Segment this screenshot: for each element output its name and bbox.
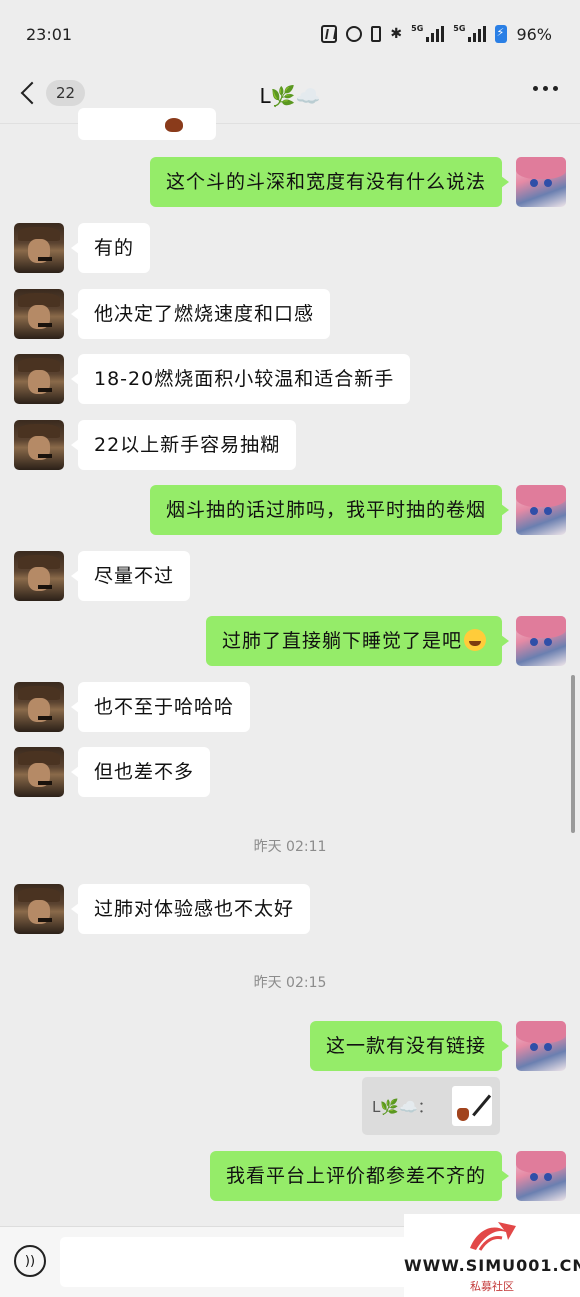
message-row: 有的 [14,223,151,273]
laughing-emoji-icon [464,629,486,651]
message-bubble[interactable]: 这一款有没有链接 [309,1021,510,1071]
scrollbar[interactable] [571,675,575,833]
message-row: 这一款有没有链接 [309,1021,566,1071]
pipe-image-thumbnail[interactable] [452,1086,492,1126]
network-type-label: 5G [411,23,424,33]
message-row: 尽量不过 [14,551,191,601]
self-avatar[interactable] [516,1021,566,1071]
contact-avatar[interactable] [14,223,64,273]
message-bubble[interactable]: 22以上新手容易抽糊 [70,420,297,470]
partial-message-bubble[interactable] [78,108,216,140]
message-row: 过肺了直接躺下睡觉了是吧 [205,616,566,666]
bluetooth-icon: ✱ [390,26,403,42]
message-text: 过肺了直接躺下睡觉了是吧 [221,630,462,652]
quoted-sender: L🌿☁️： [372,1097,433,1116]
self-avatar[interactable] [516,616,566,666]
chevron-left-icon [20,81,44,105]
unread-count-badge: 22 [46,80,86,106]
watermark: WWW.SIMU001.CN 私募社区 [404,1214,580,1297]
message-bubble[interactable]: 也不至于哈哈哈 [70,682,251,732]
status-icons: ✱ 5G 5G 96% [321,23,552,44]
message-row: 这个斗的斗深和宽度有没有什么说法 [149,157,566,207]
status-bar: 23:01 ✱ 5G 5G 96% [0,0,580,68]
message-bubble[interactable]: 我看平台上评价都参差不齐的 [209,1151,510,1201]
message-bubble[interactable]: 他决定了燃烧速度和口感 [70,289,331,339]
message-row: 但也差不多 [14,747,211,797]
watermark-url: WWW.SIMU001.CN [404,1256,580,1275]
message-bubble[interactable]: 18-20燃烧面积小较温和适合新手 [70,354,411,404]
more-dot-icon [553,86,558,91]
message-row: 烟斗抽的话过肺吗，我平时抽的卷烟 [149,485,566,535]
message-bubble[interactable]: 过肺了直接躺下睡觉了是吧 [205,616,510,666]
watermark-logo-icon [470,1222,516,1251]
back-button[interactable]: 22 [18,80,86,106]
network-type-label-2: 5G [453,23,466,33]
contact-avatar[interactable] [14,747,64,797]
watermark-subtitle: 私募社区 [470,1280,514,1293]
message-row: 22以上新手容易抽糊 [14,420,297,470]
self-avatar[interactable] [516,157,566,207]
message-row: 他决定了燃烧速度和口感 [14,289,331,339]
status-time: 23:01 [26,24,73,44]
contact-avatar[interactable] [14,551,64,601]
pipe-image-thumbnail [165,118,183,132]
more-dot-icon [543,86,548,91]
contact-avatar[interactable] [14,884,64,934]
message-row: 18-20燃烧面积小较温和适合新手 [14,354,411,404]
more-dot-icon [533,86,538,91]
contact-avatar[interactable] [14,354,64,404]
signal-icon-2 [468,26,487,42]
message-row: 也不至于哈哈哈 [14,682,251,732]
signal-icon [426,26,445,42]
voice-input-button[interactable]: )) [14,1245,46,1277]
nfc-icon [321,25,338,43]
message-bubble[interactable]: 但也差不多 [70,747,211,797]
contact-avatar[interactable] [14,420,64,470]
contact-avatar[interactable] [14,682,64,732]
message-row: 我看平台上评价都参差不齐的 [209,1151,566,1201]
voice-icon: )) [24,1253,36,1269]
message-input[interactable] [60,1237,420,1287]
timestamp-divider: 昨天 02:15 [253,975,327,991]
message-row: 过肺对体验感也不太好 [14,884,311,934]
self-avatar[interactable] [516,1151,566,1201]
contact-avatar[interactable] [14,289,64,339]
message-bubble[interactable]: 这个斗的斗深和宽度有没有什么说法 [149,157,510,207]
chat-title: L🌿☁️ [259,83,321,108]
message-bubble[interactable]: 有的 [70,223,151,273]
more-options-button[interactable] [533,86,558,91]
quoted-message[interactable]: L🌿☁️： [362,1077,500,1135]
battery-icon [495,25,508,43]
message-bubble[interactable]: 尽量不过 [70,551,191,601]
timestamp-divider: 昨天 02:11 [253,839,327,855]
self-avatar[interactable] [516,485,566,535]
battery-percent: 96% [516,24,552,44]
message-bubble[interactable]: 过肺对体验感也不太好 [70,884,311,934]
vibrate-icon [371,26,382,42]
message-bubble[interactable]: 烟斗抽的话过肺吗，我平时抽的卷烟 [149,485,510,535]
alarm-icon [346,26,363,42]
